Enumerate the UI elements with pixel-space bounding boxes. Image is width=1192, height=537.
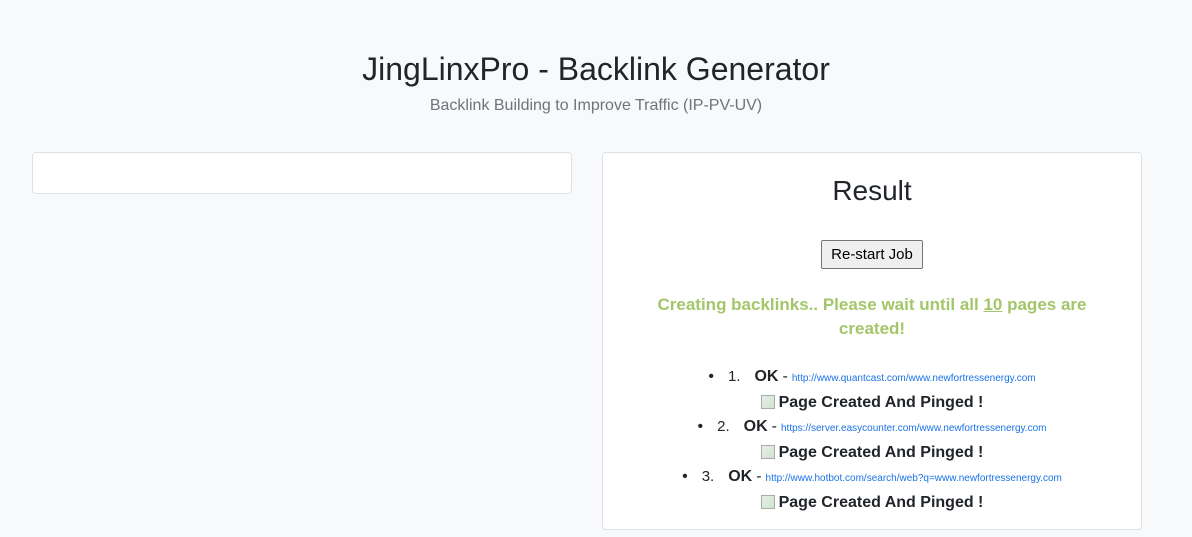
bullet-icon: •: [697, 418, 704, 435]
broken-image-icon: [760, 395, 775, 409]
result-card: Result Re-start Job Creating backlinks..…: [602, 152, 1142, 530]
created-message: Page Created And Pinged !: [603, 391, 1141, 415]
input-card: [32, 152, 572, 194]
bullet-icon: •: [708, 368, 714, 385]
list-item: • 1. OK - http://www.quantcast.com/www.newfo…: [603, 365, 1141, 415]
item-line: • 3. OK - http://www.hotbot.com/search/web?q…: [682, 465, 1062, 491]
page-title: JingLinxPro - Backlink Generator: [362, 51, 830, 87]
item-line: • 1. OK - http://www.quantcast.com/www.newfo…: [708, 365, 1035, 391]
backlink-url[interactable]: http://www.hotbot.com/search/web?q=www.n…: [766, 473, 1062, 484]
broken-image-icon: [760, 495, 775, 509]
result-title: Result: [832, 175, 912, 206]
status-page-count: 10: [983, 295, 1003, 314]
backlink-url[interactable]: https://server.easycounter.com/www.newfo…: [781, 423, 1046, 434]
status-message: Creating backlinks.. Please wait until a…: [633, 293, 1111, 341]
created-message: Page Created And Pinged !: [603, 441, 1141, 465]
created-text: Page Created And Pinged !: [778, 494, 984, 511]
list-item: • 3. OK - http://www.hotbot.com/search/web?q…: [603, 465, 1141, 515]
item-number: 1.: [727, 368, 741, 385]
backlink-list: • 1. OK - http://www.quantcast.com/www.newfo…: [603, 365, 1141, 515]
bullet-icon: •: [682, 468, 688, 485]
created-text: Page Created And Pinged !: [778, 394, 984, 411]
created-message: Page Created And Pinged !: [603, 491, 1141, 515]
item-separator: -: [782, 368, 788, 385]
backlink-url[interactable]: http://www.quantcast.com/www.newfortress…: [792, 373, 1036, 384]
page-subtitle: Backlink Building to Improve Traffic (IP…: [429, 97, 763, 114]
broken-image-icon: [760, 445, 775, 459]
item-line: • 2. OK - https://server.easycounter.com/www…: [698, 415, 1047, 441]
item-status: OK: [743, 418, 768, 435]
item-separator: -: [756, 468, 762, 485]
item-number: 2.: [717, 418, 730, 435]
status-prefix: Creating backlinks.. Please wait until a…: [657, 295, 984, 314]
created-text: Page Created And Pinged !: [778, 444, 984, 461]
restart-job-button[interactable]: Re-start Job: [821, 240, 923, 269]
item-status: OK: [754, 368, 779, 385]
item-number: 3.: [701, 468, 715, 485]
item-separator: -: [771, 418, 777, 435]
list-item: • 2. OK - https://server.easycounter.com/www…: [603, 415, 1141, 465]
item-status: OK: [728, 468, 753, 485]
